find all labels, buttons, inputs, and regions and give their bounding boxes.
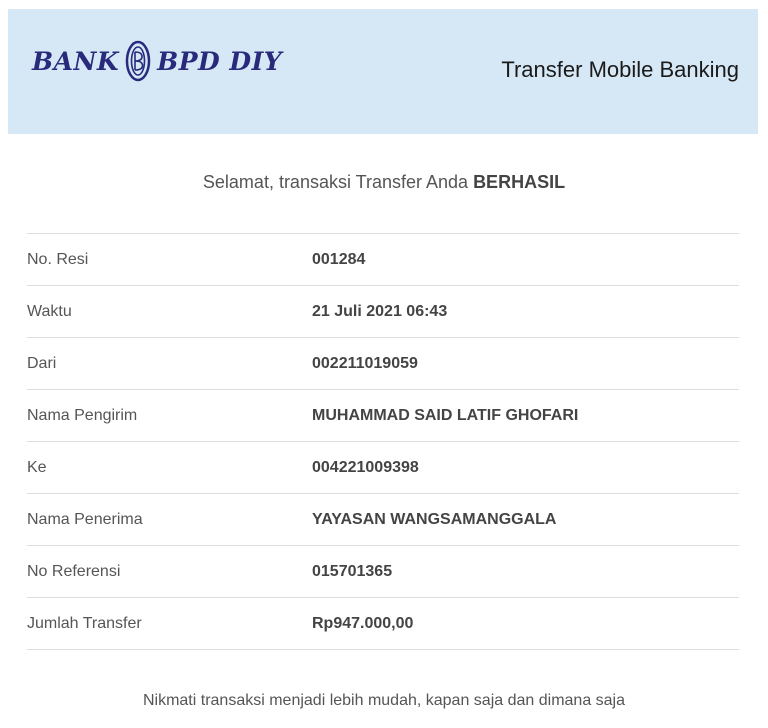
detail-row-to: Ke 004221009398	[27, 442, 739, 494]
detail-value: MUHAMMAD SAID LATIF GHOFARI	[312, 406, 579, 424]
detail-label: Waktu	[27, 302, 72, 320]
detail-row-receipt-number: No. Resi 001284	[27, 234, 739, 286]
detail-label: Jumlah Transfer	[27, 614, 142, 632]
detail-row-time: Waktu 21 Juli 2021 06:43	[27, 286, 739, 338]
detail-value: 001284	[312, 250, 366, 268]
detail-row-reference-number: No Referensi 015701365	[27, 546, 739, 598]
detail-label: No. Resi	[27, 250, 89, 268]
detail-label: Ke	[27, 458, 47, 476]
detail-row-sender-name: Nama Pengirim MUHAMMAD SAID LATIF GHOFAR…	[27, 390, 739, 442]
detail-value: 002211019059	[312, 354, 418, 372]
success-message-text: Selamat, transaksi Transfer Anda	[202, 172, 469, 192]
detail-value: YAYASAN WANGSAMANGGALA	[312, 510, 557, 528]
bank-emblem-icon	[125, 40, 151, 82]
detail-value: 015701365	[312, 562, 393, 580]
detail-value: Rp947.000,00	[312, 614, 414, 632]
detail-label: Dari	[27, 354, 57, 372]
page-title: Transfer Mobile Banking	[501, 57, 739, 82]
detail-value: 004221009398	[312, 458, 419, 476]
footer-message: Nikmati transaksi menjadi lebih mudah, k…	[142, 692, 626, 709]
logo-text-right: BPD DIY	[157, 46, 283, 76]
detail-row-recipient-name: Nama Penerima YAYASAN WANGSAMANGGALA	[27, 494, 739, 546]
detail-row-from: Dari 002211019059	[27, 338, 739, 390]
success-message: Selamat, transaksi Transfer Anda BERHASI…	[0, 172, 768, 193]
logo-text-left: BANK	[32, 46, 120, 76]
header-banner: BANK BPD DIY Transfer Mobile Banking	[8, 9, 758, 134]
detail-label: No Referensi	[27, 562, 121, 580]
detail-row-transfer-amount: Jumlah Transfer Rp947.000,00	[27, 598, 739, 650]
detail-value: 21 Juli 2021 06:43	[312, 302, 448, 320]
detail-label: Nama Penerima	[27, 510, 143, 528]
transaction-details-table: No. Resi 001284 Waktu 21 Juli 2021 06:43…	[27, 233, 739, 650]
bank-logo: BANK BPD DIY	[32, 39, 282, 83]
detail-label: Nama Pengirim	[27, 406, 138, 424]
success-status: BERHASIL	[473, 172, 566, 192]
